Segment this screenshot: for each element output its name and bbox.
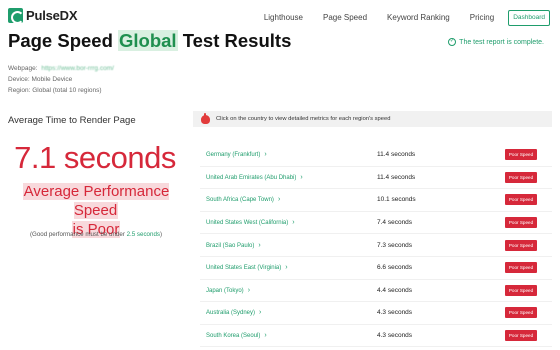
status-text: The test report is complete. — [459, 38, 544, 46]
page-title: Page Speed Global Test Results — [8, 30, 291, 52]
region-link[interactable]: United States West (California) › — [200, 219, 377, 226]
test-meta: Webpage: https://www.bor-rrrg.com/ Devic… — [8, 63, 114, 96]
chevron-right-icon: › — [247, 286, 251, 294]
region-link[interactable]: Brazil (Sao Paulo) › — [200, 242, 377, 249]
region-name: United States East (Virginia) — [206, 265, 282, 272]
region-link[interactable]: Germany (Frankfurt) › — [200, 151, 377, 158]
poor-speed-badge[interactable]: Poor Speed — [505, 194, 537, 206]
region-time: 11.4 seconds — [377, 173, 416, 181]
banner-text: Click on the country to view detailed me… — [216, 116, 391, 122]
chevron-right-icon: › — [277, 196, 281, 204]
note-prefix: (Good performance must be under — [29, 231, 127, 238]
region-link[interactable]: South Africa (Cape Town) › — [200, 196, 377, 203]
device-line: Device: Mobile Device — [8, 76, 73, 83]
brand-name: PulseDX — [26, 8, 78, 23]
region-row: Australia (Sydney) › 4.3 seconds Poor Speed — [200, 302, 552, 325]
region-row: South Africa (Cape Town) › 10.1 seconds Poo… — [200, 189, 552, 212]
title-suffix: Test Results — [177, 30, 292, 51]
region-link[interactable]: United States East (Virginia) › — [200, 264, 377, 271]
instruction-banner: Click on the country to view detailed me… — [193, 111, 552, 127]
chevron-right-icon: › — [259, 309, 262, 317]
nav-page-speed[interactable]: Page Speed — [323, 11, 367, 25]
poor-speed-badge[interactable]: Poor Speed — [505, 307, 537, 319]
poor-speed-badge[interactable]: Poor Speed — [505, 149, 537, 161]
nav-lighthouse[interactable]: Lighthouse — [264, 11, 303, 25]
note-suffix: ) — [159, 231, 163, 238]
region-link[interactable]: Japan (Tokyo) › — [200, 287, 377, 294]
nav-keyword-ranking[interactable]: Keyword Ranking — [387, 11, 450, 25]
logo[interactable]: PulseDX — [8, 8, 78, 24]
poor-speed-badge[interactable]: Poor Speed — [505, 262, 537, 274]
logo-icon — [8, 8, 24, 24]
region-link[interactable]: Australia (Sydney) › — [200, 309, 377, 316]
avg-time-heading: Average Time to Render Page — [8, 115, 136, 126]
title-highlight: Global — [118, 30, 178, 51]
dashboard-button[interactable]: Dashboard — [508, 10, 550, 26]
region-name: South Korea (Seoul) — [206, 333, 261, 340]
region-name: Japan (Tokyo) — [206, 287, 244, 294]
chevron-right-icon: › — [292, 219, 295, 227]
good-performance-note: (Good performance must be under 2.5 seco… — [0, 231, 192, 238]
region-row: United States East (Virginia) › 6.6 second… — [200, 257, 552, 280]
avg-time-value: 7.1 seconds — [14, 140, 176, 175]
nav-pricing[interactable]: Pricing — [470, 11, 494, 25]
region-time: 10.1 seconds — [377, 196, 416, 204]
region-name: Brazil (Sao Paulo) — [206, 242, 255, 249]
region-link[interactable]: South Korea (Seoul) › — [200, 332, 377, 339]
region-name: United States West (California) — [206, 220, 289, 227]
poor-speed-badge[interactable]: Poor Speed — [505, 217, 537, 229]
poor-speed-badge[interactable]: Poor Speed — [505, 284, 537, 296]
chevron-right-icon: › — [264, 151, 267, 159]
region-time: 4.3 seconds — [377, 332, 413, 340]
region-time: 6.6 seconds — [377, 264, 413, 272]
hand-pointer-icon — [201, 112, 210, 124]
poor-speed-badge[interactable]: Poor Speed — [505, 330, 537, 342]
region-name: South Africa (Cape Town) — [206, 197, 274, 204]
region-time: 4.4 seconds — [377, 286, 413, 294]
region-time: 7.3 seconds — [377, 241, 413, 249]
region-name: Australia (Sydney) — [206, 310, 256, 317]
region-row: Japan (Tokyo) › 4.4 seconds Poor Speed — [200, 280, 552, 303]
poor-speed-badge[interactable]: Poor Speed — [505, 171, 537, 183]
top-nav: Lighthouse Page Speed Keyword Ranking Pr… — [244, 10, 550, 26]
region-time: 11.4 seconds — [377, 151, 416, 159]
region-row: South Korea (Seoul) › 4.3 seconds Poor Spee… — [200, 325, 552, 348]
region-link[interactable]: United Arab Emirates (Abu Dhabi) › — [200, 174, 377, 181]
webpage-label: Webpage: — [8, 65, 38, 72]
region-row: United Arab Emirates (Abu Dhabi) › 11.4 se… — [200, 167, 552, 190]
title-prefix: Page Speed — [8, 30, 119, 51]
region-line: Region: Global (total 10 regions) — [8, 87, 102, 94]
webpage-url[interactable]: https://www.bor-rrrg.com/ — [41, 65, 114, 72]
chevron-right-icon: › — [285, 264, 288, 272]
note-threshold: 2.5 seconds — [126, 231, 160, 238]
region-time: 7.4 seconds — [377, 219, 413, 227]
chevron-right-icon: › — [258, 241, 261, 249]
region-name: Germany (Frankfurt) — [206, 152, 261, 159]
region-row: Germany (Frankfurt) › 11.4 seconds Poor Spe… — [200, 144, 552, 167]
poor-speed-badge[interactable]: Poor Speed — [505, 239, 537, 251]
verdict-line-1: Average Performance Speed — [22, 183, 170, 219]
region-row: Brazil (Sao Paulo) › 7.3 seconds Poor Speed — [200, 234, 552, 257]
region-results-list: Germany (Frankfurt) › 11.4 seconds Poor Spe… — [200, 144, 552, 348]
check-circle-icon: ✓ — [448, 38, 457, 46]
status-message: ✓ The test report is complete. — [448, 38, 544, 46]
chevron-right-icon: › — [264, 332, 267, 340]
chevron-right-icon: › — [300, 173, 303, 181]
region-name: United Arab Emirates (Abu Dhabi) — [206, 174, 297, 181]
region-time: 4.3 seconds — [377, 309, 413, 317]
webpage-line: Webpage: https://www.bor-rrrg.com/ — [8, 63, 114, 74]
region-row: United States West (California) › 7.4 seco… — [200, 212, 552, 235]
